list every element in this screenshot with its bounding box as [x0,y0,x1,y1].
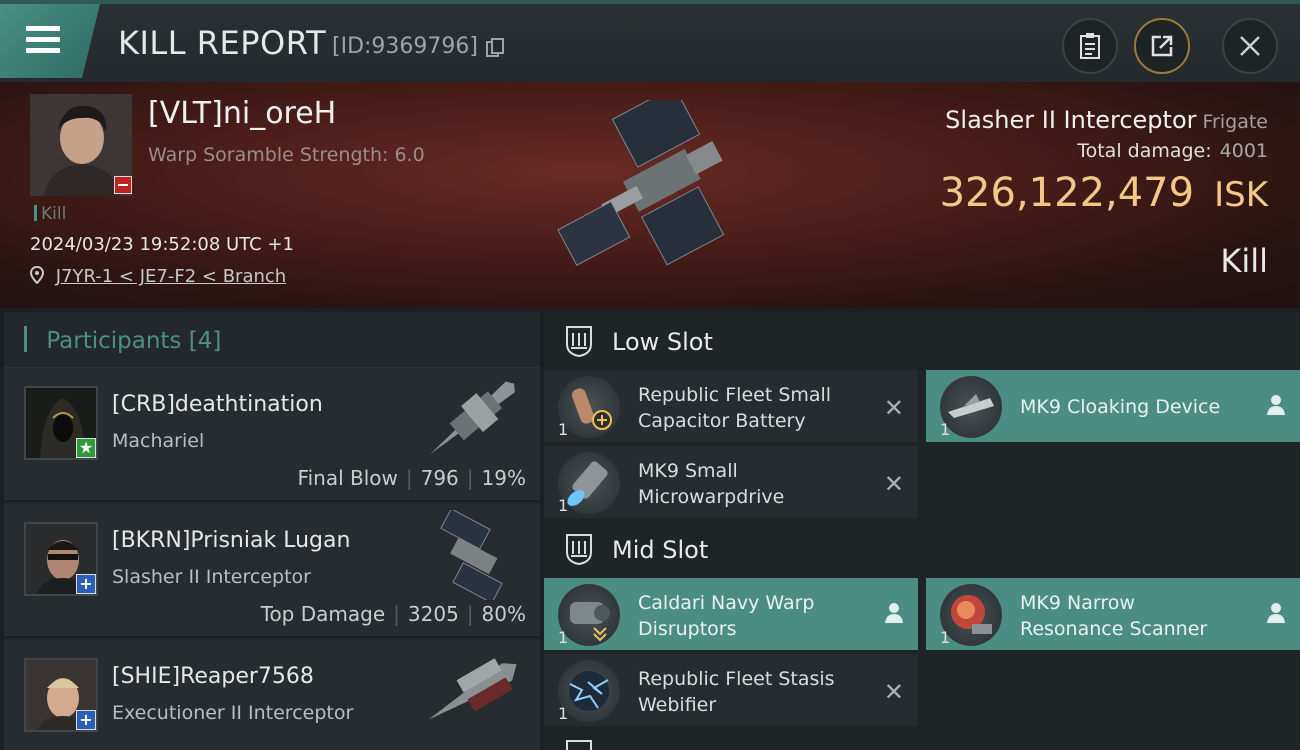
ship-class: Frigate [1202,111,1268,133]
copy-icon[interactable] [486,38,504,58]
participant-row[interactable]: + [BKRN]Prisniak Lugan Slasher II Interc… [4,504,540,638]
isk-value: 326,122,479 ISK [939,170,1268,216]
module-name: Caldari Navy Warp Disruptors [638,592,815,640]
header-bar: KILL REPORT [ID:9369796] [0,0,1300,82]
mid-slot-icon [566,534,592,566]
participant-name[interactable]: [CRB]deathtination [112,392,323,417]
module-name: MK9 Cloaking Device [1020,396,1221,418]
module-name: Republic Fleet Small Capacitor Battery [638,384,832,432]
module-quantity: 1 [558,420,569,439]
module-item[interactable]: 1 MK9 Cloaking Device [926,370,1300,442]
module-quantity: 1 [940,420,951,439]
module-name: MK9 Small Microwarpdrive [638,460,785,508]
warp-scramble-strength: Warp Soramble Strength: 6.0 [148,144,425,166]
module-item[interactable]: 1 MK9 Narrow Resonance Scanner [926,578,1300,650]
participant-stats: Top Damage | 3205 | 80% [260,602,526,626]
high-slot-icon-partial [566,740,592,750]
star-badge-icon: ★ [76,438,96,458]
clipboard-icon [1080,33,1100,59]
module-quantity: 1 [558,628,569,647]
participant-row[interactable]: ★ [CRB]deathtination Machariel Final Blo… [4,368,540,502]
victim-ship-name[interactable]: Slasher II Interceptor Frigate [945,106,1268,134]
location-link[interactable]: J7YR-1 < JE7-F2 < Branch [56,266,286,287]
person-icon [885,603,903,623]
kill-location[interactable]: J7YR-1 < JE7-F2 < Branch [29,265,286,287]
module-quantity: 1 [940,628,951,647]
hamburger-icon [26,26,60,54]
module-item[interactable]: 1 Republic Fleet Stasis Webifier ✕ [544,654,918,726]
menu-button[interactable] [0,4,100,78]
participant-row[interactable]: + [SHIE]Reaper7568 Executioner II Interc… [4,640,540,750]
person-icon [1267,603,1285,623]
participant-ship: Slasher II Interceptor [112,566,311,588]
destroyed-x-icon: ✕ [883,678,904,706]
module-quantity: 1 [558,496,569,515]
low-slot-header: Low Slot [544,312,1300,370]
participant-ship: Executioner II Interceptor [112,702,354,724]
kill-tag: Kill [34,204,66,224]
share-button[interactable] [1134,18,1190,74]
participant-stats: Final Blow | 796 | 19% [297,466,526,490]
result-label: Kill [1220,242,1268,280]
module-item[interactable]: 1 Caldari Navy Warp Disruptors [544,578,918,650]
destroyed-x-icon: ✕ [883,394,904,422]
participant-ship-image [428,658,517,720]
participant-ship-image [440,510,503,600]
victim-ship-image [557,100,725,266]
low-slot-icon [566,326,592,358]
participant-ship-image [429,381,515,455]
victim-name[interactable]: [VLT]ni_oreH [148,96,336,131]
victim-banner: [VLT]ni_oreH Warp Soramble Strength: 6.0… [0,82,1300,308]
participant-ship: Machariel [112,430,205,452]
kill-datetime: 2024/03/23 19:52:08 UTC +1 [30,234,294,255]
plus-badge-icon: + [76,574,96,594]
fitting-panel: Low Slot 1 Republic Fleet Small Capacito… [544,312,1300,750]
participant-name[interactable]: [BKRN]Prisniak Lugan [112,528,350,553]
corp-badge [114,176,132,194]
participants-header: Participants [4] [4,312,540,368]
share-icon [1151,35,1173,57]
participants-count: [4] [188,328,222,354]
module-name: Republic Fleet Stasis Webifier [638,668,835,716]
location-pin-icon [29,265,45,285]
module-name: MK9 Narrow Resonance Scanner [1020,592,1208,640]
plus-badge-icon: + [76,710,96,730]
module-item[interactable]: 1 MK9 Small Microwarpdrive ✕ [544,446,918,518]
module-quantity: 1 [558,704,569,723]
total-damage: Total damage: 4001 [1077,140,1268,162]
report-id: [ID:9369796] [332,34,478,59]
close-button[interactable] [1222,18,1278,74]
participant-name[interactable]: [SHIE]Reaper7568 [112,664,314,689]
participants-panel: Participants [4] ★ [CRB]deathtination Ma… [4,312,540,750]
destroyed-x-icon: ✕ [883,470,904,498]
page-title: KILL REPORT [118,24,327,62]
module-item[interactable]: 1 Republic Fleet Small Capacitor Battery… [544,370,918,442]
clipboard-button[interactable] [1062,18,1118,74]
person-icon [1267,395,1285,415]
mid-slot-header: Mid Slot [544,520,1300,578]
close-icon [1240,36,1260,56]
